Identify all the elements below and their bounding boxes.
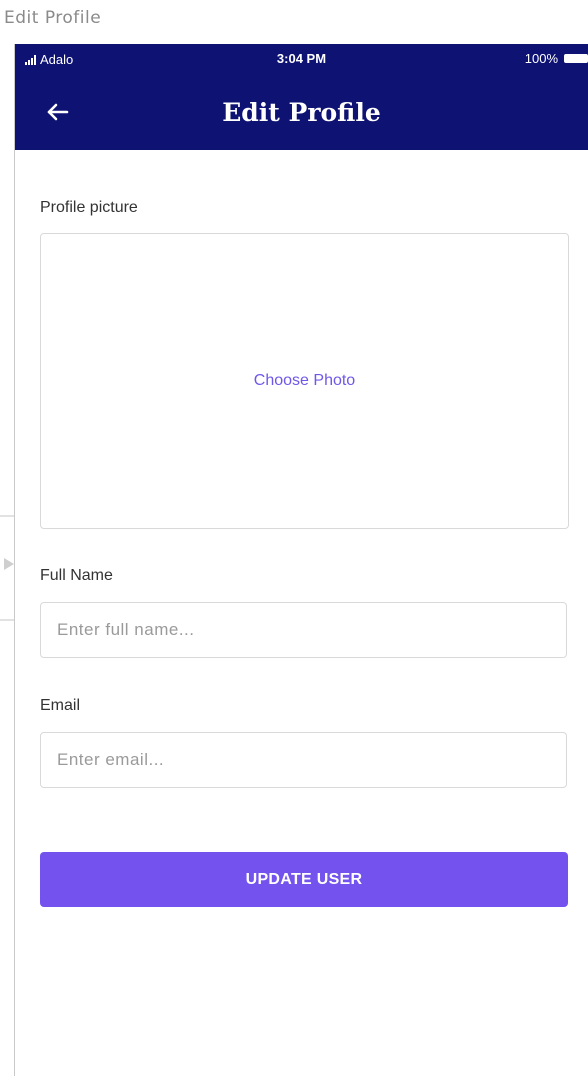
update-user-button[interactable]: UPDATE USER bbox=[40, 852, 568, 907]
full-name-label: Full Name bbox=[40, 567, 113, 584]
battery-label: 100% bbox=[524, 51, 558, 66]
profile-picture-label: Profile picture bbox=[40, 199, 138, 216]
full-name-input[interactable] bbox=[40, 602, 567, 658]
app-bar: Edit Profile bbox=[15, 76, 588, 150]
choose-photo-link[interactable]: Choose Photo bbox=[254, 372, 355, 390]
status-battery: 100% bbox=[525, 51, 588, 66]
page-title: Edit Profile bbox=[222, 98, 381, 127]
email-label: Email bbox=[40, 697, 81, 714]
status-bar: Adalo 3:04 PM 100% bbox=[15, 44, 588, 76]
screen-name-label: Edit Profile bbox=[4, 8, 102, 28]
battery-icon bbox=[564, 54, 588, 63]
status-time: 3:04 PM bbox=[276, 51, 327, 66]
phone-screen: Adalo 3:04 PM 100% Edit Profile Profile … bbox=[15, 44, 588, 1076]
email-input[interactable] bbox=[40, 732, 567, 788]
canvas: Edit Profile Adalo 3:04 PM 100% Edit Pro… bbox=[0, 0, 588, 1076]
profile-picture-picker[interactable]: Choose Photo bbox=[40, 233, 569, 529]
